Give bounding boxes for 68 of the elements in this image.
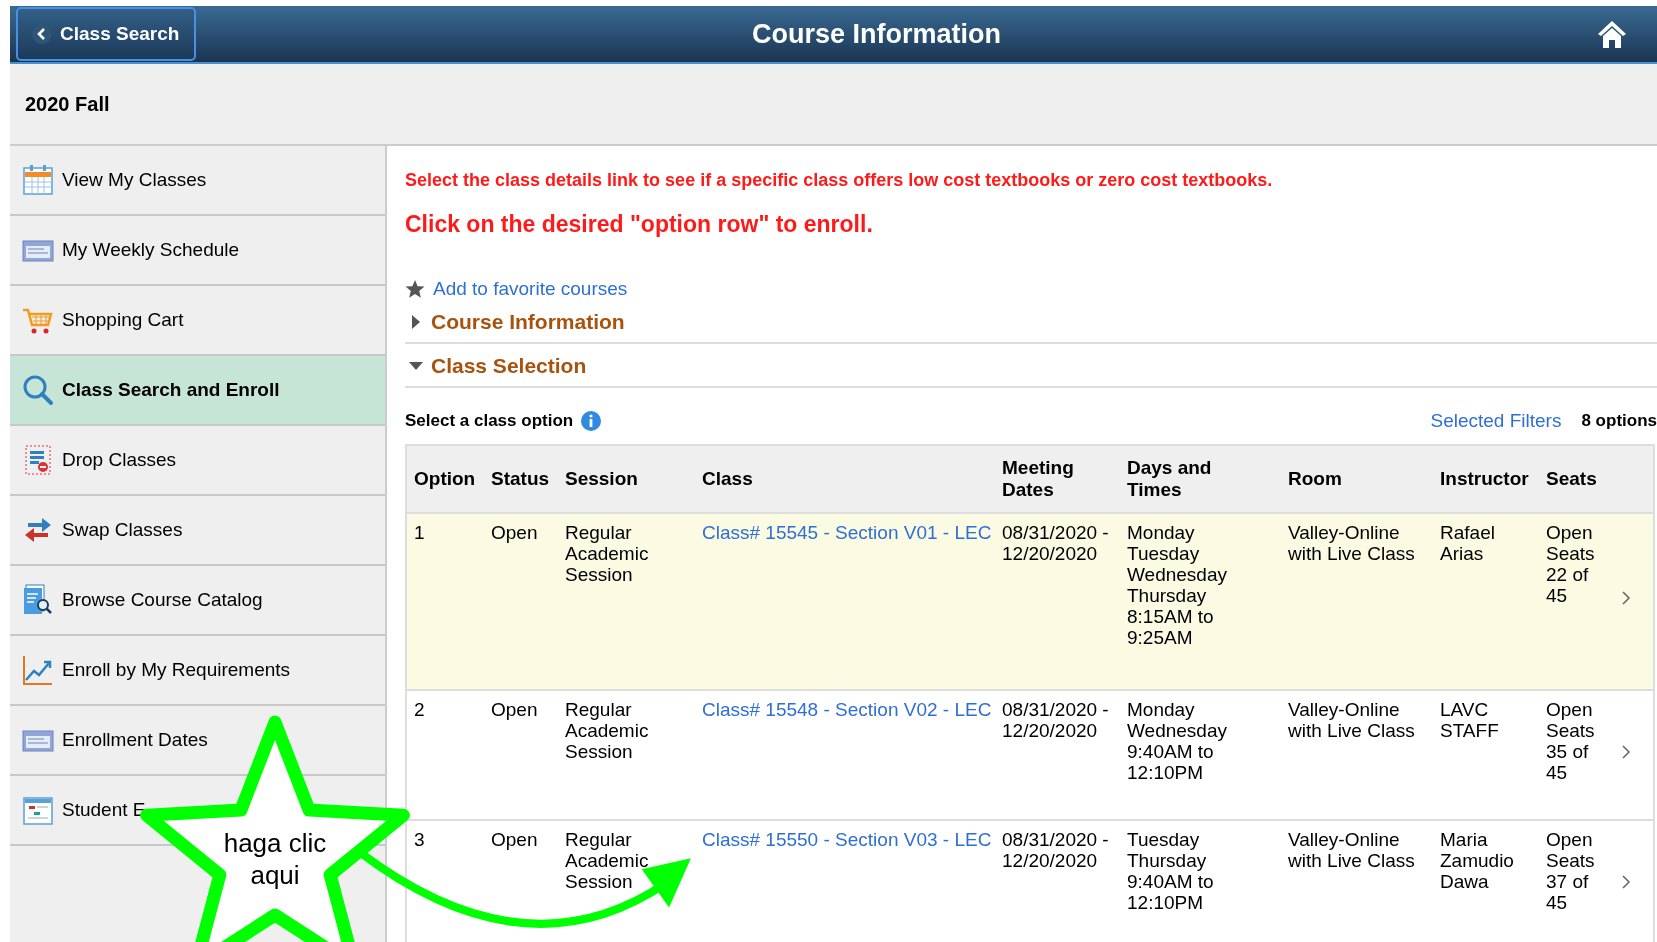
sidebar-item[interactable]: View My Classes	[10, 146, 385, 216]
catalog-search-icon	[22, 584, 54, 616]
table-cell: Open	[491, 829, 538, 850]
table-cell: Valley-Online with Live Class	[1288, 829, 1415, 871]
chevron-right-icon	[1621, 743, 1631, 760]
table-cell: Tuesday Thursday 9:40AM to 12:10PM	[1127, 829, 1214, 913]
class-link[interactable]: Class# 15545 - Section V01 - LEC	[702, 522, 992, 543]
option-row[interactable]: 2 Open Regular Academic Session Class# 15548 - Section V02 - LEC 08/31/2020 - 12/20/2020 Monday Wednesday 9:40AM to 12:10PM Valley-Online with Live Class LAVC STAFF Open Seats 35 of 45	[406, 690, 1654, 820]
star-icon	[405, 279, 425, 299]
favorite-link[interactable]: Add to favorite courses	[433, 278, 628, 300]
table-cell: 1	[414, 522, 425, 543]
table-cell: Regular Academic Session	[565, 699, 649, 762]
table-cell: Regular Academic Session	[565, 522, 649, 585]
option-row[interactable]	[406, 513, 1654, 690]
sidebar-item[interactable]: Class Search and Enroll	[10, 356, 385, 426]
column-header: Instructor	[1433, 445, 1539, 513]
table-cell: Maria Zamudio Dawa	[1440, 829, 1514, 892]
section-header[interactable]: Class Selection	[405, 346, 1657, 388]
filters-link[interactable]: Selected Filters	[1430, 410, 1562, 432]
table-cell: Valley-Online with Live Class	[1288, 699, 1415, 741]
line-chart-icon	[22, 654, 54, 686]
table-cell: 08/31/2020 - 12/20/2020	[1002, 522, 1109, 564]
table-cell: Monday Wednesday 9:40AM to 12:10PM	[1127, 699, 1227, 783]
sidebar-item[interactable]: Enroll by My Requirements	[10, 636, 385, 706]
table-cell: 08/31/2020 - 12/20/2020	[1002, 699, 1109, 741]
drop-list-icon	[22, 444, 54, 476]
table-cell: Open Seats 37 of 45	[1546, 829, 1595, 913]
table-cell: Valley-Online with Live Class	[1288, 522, 1415, 564]
section-header[interactable]: Course Information	[405, 302, 1657, 344]
table-cell: Open	[491, 522, 538, 543]
table-cell: Open Seats 22 of 45	[1546, 522, 1595, 606]
chevron-right-icon	[1621, 873, 1631, 890]
page-title: Course Information	[751, 18, 1002, 50]
column-header: Days and Times	[1120, 445, 1281, 513]
class-link[interactable]: Class# 15548 - Section V02 - LEC	[702, 699, 992, 720]
term-title: 2020 Fall	[25, 92, 110, 116]
info-icon[interactable]	[581, 411, 602, 431]
column-header: Status	[484, 445, 558, 513]
table-cell: Open Seats 35 of 45	[1546, 699, 1595, 783]
sidebar-item[interactable]: Swap Classes	[10, 496, 385, 566]
sidebar-item[interactable]: Drop Classes	[10, 426, 385, 496]
chevron-right-icon	[1621, 590, 1631, 606]
table-cell: Open	[491, 699, 538, 720]
column-header: Option	[406, 445, 484, 513]
options-count: 8 options	[1581, 411, 1657, 431]
column-header: Seats	[1539, 445, 1614, 513]
table-cell: LAVC STAFF	[1440, 699, 1499, 741]
section-label: Select a class option	[405, 411, 574, 431]
column-header: Class	[695, 445, 995, 513]
search-icon	[22, 374, 54, 406]
table-cell: 3	[414, 829, 425, 850]
class-link[interactable]: Class# 15550 - Section V03 - LEC	[702, 829, 992, 850]
home-icon[interactable]	[1597, 19, 1627, 49]
table-cell: Monday Tuesday Wednesday Thursday 8:15AM to 9:25AM	[1127, 522, 1227, 648]
planner-icon	[22, 794, 54, 826]
sidebar-item[interactable]: Browse Course Catalog	[10, 566, 385, 636]
sidebar-item[interactable]: My Weekly Schedule	[10, 216, 385, 286]
back-button[interactable]: Class Search	[16, 7, 196, 61]
calendar-icon	[22, 164, 54, 196]
column-header: Meeting Dates	[995, 445, 1120, 513]
table-cell: Regular Academic Session	[565, 829, 649, 892]
table-cell: 08/31/2020 - 12/20/2020	[1002, 829, 1109, 871]
table-cell: 2	[414, 699, 425, 720]
notice-text: Select the class details link to see if a specific class offers low cost textbooks or zero cost textbooks.	[405, 170, 1274, 191]
column-header: Session	[558, 445, 695, 513]
notice-text: Click on the desired "option row" to enroll.	[405, 211, 874, 238]
column-header: Room	[1281, 445, 1433, 513]
table-cell: Rafael Arias	[1440, 522, 1495, 564]
